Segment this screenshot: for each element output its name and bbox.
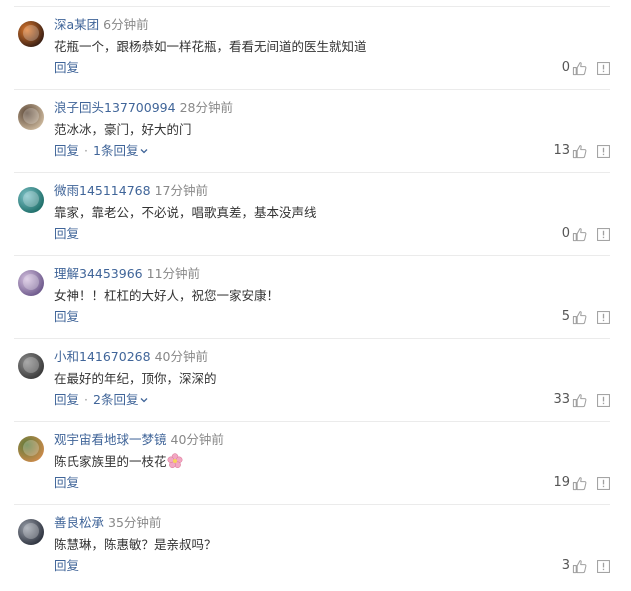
like-count: 0 — [561, 60, 570, 75]
comment-item: 深a某团 6分钟前 花瓶一个，跟杨恭如一样花瓶，看看无间道的医生就知道 回复 0 — [14, 7, 610, 90]
report-icon[interactable] — [597, 559, 610, 573]
username[interactable]: 浪子回头137700994 — [54, 100, 176, 115]
separator: · — [84, 392, 88, 407]
report-icon[interactable] — [597, 227, 610, 241]
comment-text: 范冰冰，豪门，好大的门 — [54, 122, 192, 137]
timestamp: 35分钟前 — [108, 515, 162, 530]
username[interactable]: 小和141670268 — [54, 349, 151, 364]
reply-button[interactable]: 回复 — [54, 475, 79, 490]
report-icon[interactable] — [597, 61, 610, 75]
separator: · — [84, 143, 88, 158]
report-icon[interactable] — [597, 144, 610, 158]
comment-text: 女神！！杠杠的大好人，祝您一家安康！ — [54, 288, 280, 303]
avatar[interactable] — [18, 21, 44, 47]
comment-item: 微雨145114768 17分钟前 靠家，靠老公，不必说，唱歌真差，基本没声线 回… — [14, 173, 610, 256]
username[interactable]: 善良松承 — [54, 515, 104, 530]
thumbs-up-icon[interactable] — [572, 393, 587, 408]
flower-emoji-icon — [167, 453, 182, 469]
report-icon[interactable] — [597, 393, 610, 407]
username[interactable]: 理解34453966 — [54, 266, 143, 281]
username[interactable]: 微雨145114768 — [54, 183, 151, 198]
report-icon[interactable] — [597, 310, 610, 324]
comment-item: 小和141670268 40分钟前 在最好的年纪，顶你，深深的 回复 · 2条回复 3… — [14, 339, 610, 422]
thumbs-up-icon[interactable] — [572, 61, 587, 76]
like-count: 5 — [561, 309, 570, 324]
like-count: 3 — [561, 558, 570, 573]
comment-text: 在最好的年纪，顶你，深深的 — [54, 371, 217, 386]
thumbs-up-icon[interactable] — [572, 476, 587, 491]
timestamp: 28分钟前 — [179, 100, 233, 115]
comment-item: 观宇宙看地球一梦镜 40分钟前 陈氏家族里的一枝花 回复 19 — [14, 422, 610, 505]
like-count: 13 — [553, 143, 570, 158]
like-count: 33 — [553, 392, 570, 407]
reply-button[interactable]: 回复 — [54, 143, 79, 158]
avatar[interactable] — [18, 353, 44, 379]
comment-item: 善良松承 35分钟前 陈慧琳，陈惠敏？是亲叔吗？ 回复 3 — [14, 505, 610, 588]
timestamp: 11分钟前 — [146, 266, 201, 281]
avatar[interactable] — [18, 519, 44, 545]
thumbs-up-icon[interactable] — [572, 559, 587, 574]
comment-item: 浪子回头137700994 28分钟前 范冰冰，豪门，好大的门 回复 · 1条回复 1… — [14, 90, 610, 173]
comment-text: 陈氏家族里的一枝花 — [54, 453, 183, 471]
timestamp: 6分钟前 — [103, 17, 149, 32]
chevron-down-icon — [140, 149, 148, 154]
reply-button[interactable]: 回复 — [54, 60, 79, 75]
reply-button[interactable]: 回复 — [54, 309, 79, 324]
avatar[interactable] — [18, 104, 44, 130]
like-count: 0 — [561, 226, 570, 241]
timestamp: 40分钟前 — [154, 349, 208, 364]
timestamp: 17分钟前 — [154, 183, 208, 198]
more-replies-link[interactable]: 2条回复 — [93, 392, 149, 407]
avatar[interactable] — [18, 436, 44, 462]
thumbs-up-icon[interactable] — [572, 227, 587, 242]
more-replies-link[interactable]: 1条回复 — [93, 143, 149, 158]
comment-list: 深a某团 6分钟前 花瓶一个，跟杨恭如一样花瓶，看看无间道的医生就知道 回复 0 … — [0, 0, 631, 591]
timestamp: 40分钟前 — [170, 432, 224, 447]
comment-item: 理解34453966 11分钟前 女神！！杠杠的大好人，祝您一家安康！ 回复 5 — [14, 256, 610, 339]
report-icon[interactable] — [597, 476, 610, 490]
avatar[interactable] — [18, 187, 44, 213]
username[interactable]: 深a某团 — [54, 17, 99, 32]
comment-text: 靠家，靠老公，不必说，唱歌真差，基本没声线 — [54, 205, 317, 220]
comment-text: 花瓶一个，跟杨恭如一样花瓶，看看无间道的医生就知道 — [54, 39, 367, 54]
username[interactable]: 观宇宙看地球一梦镜 — [54, 432, 167, 447]
reply-button[interactable]: 回复 — [54, 226, 79, 241]
thumbs-up-icon[interactable] — [572, 144, 587, 159]
like-count: 19 — [553, 475, 570, 490]
reply-button[interactable]: 回复 — [54, 392, 79, 407]
reply-button[interactable]: 回复 — [54, 558, 79, 573]
thumbs-up-icon[interactable] — [572, 310, 587, 325]
avatar[interactable] — [18, 270, 44, 296]
comment-text: 陈慧琳，陈惠敏？是亲叔吗？ — [54, 537, 217, 552]
chevron-down-icon — [140, 398, 148, 403]
